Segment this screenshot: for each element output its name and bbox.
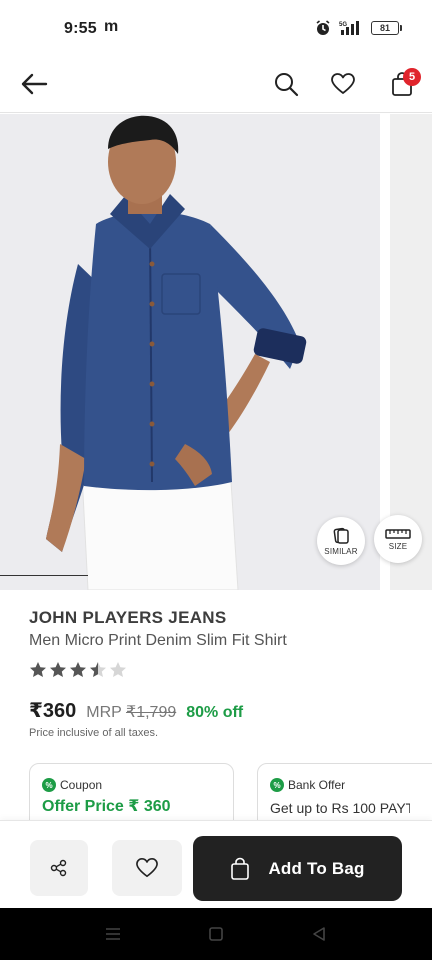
similar-label: SIMILAR — [324, 546, 358, 556]
share-icon — [50, 859, 67, 877]
price-row: ₹360 MRP ₹1,799 80% off — [29, 698, 243, 723]
selling-price: ₹360 — [29, 700, 77, 722]
status-time: 9:55 — [64, 20, 97, 37]
share-button[interactable] — [30, 840, 88, 896]
wishlist-button[interactable] — [323, 64, 363, 104]
similar-icon — [333, 527, 349, 544]
percent-icon: % — [270, 778, 284, 792]
offer-tag: % Coupon — [42, 778, 221, 792]
back-arrow-icon — [21, 73, 48, 95]
offer-tag-label: Bank Offer — [288, 778, 346, 792]
app-header: 5 — [0, 56, 432, 113]
battery-level: 81 — [371, 21, 399, 35]
signal-icon: 5G — [339, 20, 363, 36]
search-button[interactable] — [266, 64, 306, 104]
product-photo-illustration — [0, 114, 380, 590]
product-name: Men Micro Print Denim Slim Fit Shirt — [29, 632, 287, 649]
bottom-action-bar: Add To Bag — [0, 820, 432, 908]
mrp-value: ₹1,799 — [126, 704, 177, 721]
offer-price: Offer Price ₹ 360 — [42, 798, 171, 815]
status-bar: 9:55 m 5G 81 — [0, 0, 432, 56]
add-to-bag-label: Add To Bag — [268, 858, 365, 878]
back-button[interactable] — [14, 64, 54, 104]
heart-icon — [136, 858, 158, 878]
star-icon — [90, 662, 106, 677]
ruler-icon — [385, 528, 411, 539]
menu-icon[interactable] — [101, 922, 125, 946]
battery-icon: 81 — [371, 21, 402, 35]
heart-icon — [331, 73, 355, 94]
bag-icon — [231, 857, 250, 880]
cart-button[interactable]: 5 — [382, 64, 422, 104]
gallery-progress-indicator — [0, 574, 88, 576]
back-icon[interactable] — [307, 922, 331, 946]
similar-button[interactable]: SIMILAR — [317, 517, 365, 565]
status-icons: 5G 81 — [315, 20, 402, 36]
star-icon — [50, 662, 66, 677]
tax-note: Price inclusive of all taxes. — [29, 727, 158, 739]
search-icon — [275, 73, 299, 97]
star-icon — [110, 662, 126, 677]
add-to-wishlist-button[interactable] — [112, 840, 182, 896]
bank-offer-text: Get up to Rs 100 PAYTM — [270, 800, 410, 816]
cart-count-badge: 5 — [403, 68, 421, 86]
rating-stars[interactable] — [29, 661, 127, 679]
system-nav-bar — [0, 908, 432, 960]
carrier-glyph: m — [104, 18, 119, 35]
offer-tag: % Bank Offer — [270, 778, 432, 792]
percent-icon: % — [42, 778, 56, 792]
product-image[interactable]: SIMILAR — [0, 114, 380, 590]
offer-tag-label: Coupon — [60, 778, 103, 792]
alarm-icon — [315, 20, 331, 36]
size-button[interactable]: SIZE — [374, 515, 422, 563]
product-gallery[interactable]: SIMILAR SIZE — [0, 114, 432, 590]
product-brand[interactable]: JOHN PLAYERS JEANS — [29, 608, 227, 628]
home-icon[interactable] — [204, 922, 228, 946]
size-label: SIZE — [388, 541, 408, 551]
star-icon — [30, 662, 46, 677]
discount-badge: 80% off — [186, 704, 244, 721]
mrp-label: MRP — [86, 704, 122, 721]
add-to-bag-button[interactable]: Add To Bag — [193, 836, 402, 901]
mrp: MRP ₹1,799 — [86, 702, 176, 722]
star-icon — [70, 662, 86, 677]
